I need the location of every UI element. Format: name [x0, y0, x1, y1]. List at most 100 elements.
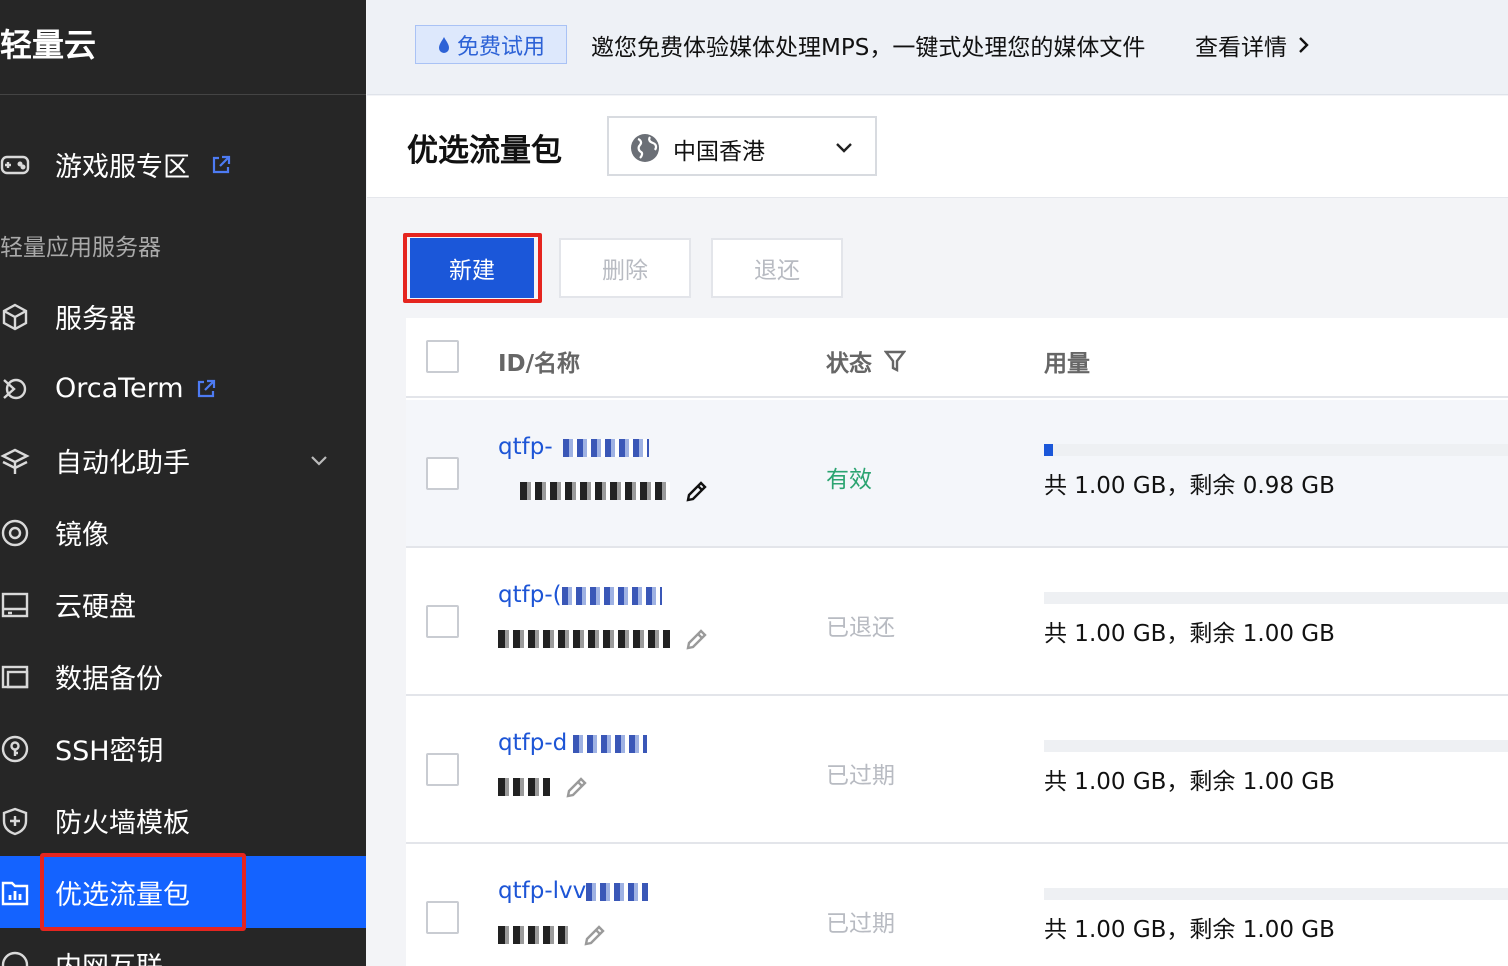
usage-text: 共 1.00 GB，剩余 1.00 GB	[1044, 621, 1335, 647]
sidebar-item-firewall[interactable]: 防火墙模板	[0, 784, 366, 856]
sidebar-item-ssh-key[interactable]: SSH密钥	[0, 712, 366, 784]
free-trial-label: 免费试用	[456, 34, 545, 60]
package-id-prefix: qtfp-d	[498, 730, 568, 756]
package-name	[498, 478, 710, 504]
usage-progress-bar	[1044, 444, 1508, 456]
sidebar-item-label: 数据备份	[55, 663, 163, 695]
return-button[interactable]: 退还	[711, 238, 843, 298]
package-id-link[interactable]: qtfp-	[498, 434, 649, 460]
sidebar-item-label: SSH密钥	[55, 735, 164, 767]
package-name	[498, 774, 590, 800]
package-id-link[interactable]: qtfp-(	[498, 582, 662, 608]
sidebar-item-backup[interactable]: 数据备份	[0, 640, 366, 712]
table-row: qtfp-( 已退还 共 1.00 GB，剩余 1.00 GB	[406, 548, 1508, 696]
row-checkbox[interactable]	[426, 605, 459, 638]
sidebar-item-cloud-disk[interactable]: 云硬盘	[0, 568, 366, 640]
highlight-box	[40, 853, 246, 931]
external-link-icon[interactable]	[210, 154, 232, 176]
view-details-link[interactable]: 查看详情	[1195, 28, 1311, 62]
sidebar-item-label: 镜像	[55, 519, 109, 551]
redacted-text	[561, 586, 662, 605]
usage-text: 共 1.00 GB，剩余 0.98 GB	[1044, 473, 1335, 499]
redacted-text	[573, 734, 648, 753]
page-header: 优选流量包 中国香港	[367, 96, 1508, 198]
package-id-link[interactable]: qtfp-lvv	[498, 878, 649, 904]
sidebar-item-label: OrcaTerm	[55, 372, 184, 404]
table-row: qtfp-lvv 已过期 共 1.00 GB，剩余 1.00 GB	[406, 844, 1508, 966]
external-link-icon[interactable]	[195, 378, 217, 400]
table-row: qtfp-d 已过期 共 1.00 GB，剩余 1.00 GB	[406, 696, 1508, 844]
sidebar-item-label: 游戏服专区	[55, 151, 190, 183]
redacted-text	[586, 882, 649, 901]
sidebar-item-server[interactable]: 服务器	[0, 280, 366, 352]
chevron-right-icon	[1299, 37, 1309, 53]
sidebar-item-label: 服务器	[55, 303, 136, 335]
automation-icon	[0, 446, 30, 476]
edit-icon[interactable]	[564, 774, 590, 800]
column-header-status: 状态	[826, 344, 906, 378]
usage-progress-bar	[1044, 888, 1508, 900]
traffic-package-icon	[0, 878, 30, 908]
usage-progress-fill	[1044, 444, 1054, 456]
redacted-text	[498, 926, 568, 944]
banner-message: 邀您免费体验媒体处理MPS，一键式处理您的媒体文件	[591, 35, 1146, 61]
traffic-package-table: ID/名称 状态 用量 qtfp- 有效 共 1.00 GB，剩余 0.98 G…	[406, 318, 1508, 966]
table-header: ID/名称 状态 用量	[406, 318, 1508, 398]
row-checkbox[interactable]	[426, 457, 459, 490]
package-id-prefix: qtfp-	[498, 434, 553, 460]
highlight-box	[403, 233, 542, 303]
sidebar-item-label: 防火墙模板	[55, 807, 190, 839]
region-value: 中国香港	[673, 139, 765, 165]
redacted-text	[498, 778, 550, 796]
status-header-label: 状态	[826, 351, 872, 377]
filter-icon[interactable]	[884, 349, 906, 373]
sidebar-item-automation[interactable]: 自动化助手	[0, 424, 366, 496]
view-details-label: 查看详情	[1195, 35, 1287, 61]
table-row: qtfp- 有效 共 1.00 GB，剩余 0.98 GB	[406, 400, 1508, 548]
edit-icon[interactable]	[684, 626, 710, 652]
sidebar-item-image[interactable]: 镜像	[0, 496, 366, 568]
redacted-text	[562, 438, 649, 457]
free-trial-tag[interactable]: 免费试用	[415, 25, 567, 64]
divider	[0, 94, 366, 95]
status-text: 已过期	[826, 911, 895, 937]
chevron-down-icon[interactable]	[307, 448, 331, 472]
row-checkbox[interactable]	[426, 753, 459, 786]
sidebar-item-label: 内网互联	[55, 945, 163, 966]
promo-banner: 免费试用 邀您免费体验媒体处理MPS，一键式处理您的媒体文件 查看详情	[367, 0, 1508, 95]
edit-icon[interactable]	[582, 922, 608, 948]
sidebar: 轻量云 游戏服专区 轻量应用服务器 服务器 OrcaTerm 自动化助手 镜像 …	[0, 0, 366, 966]
backup-icon	[0, 662, 30, 692]
status-text: 已过期	[826, 763, 895, 789]
shield-icon	[0, 806, 30, 836]
page-title: 优选流量包	[407, 133, 562, 169]
globe-icon	[631, 134, 659, 162]
sidebar-item-orcaterm[interactable]: OrcaTerm	[0, 352, 366, 424]
sidebar-item-intranet[interactable]: 内网互联	[0, 928, 366, 966]
redacted-text	[498, 630, 670, 648]
package-name	[498, 922, 608, 948]
terminal-icon	[0, 374, 30, 404]
usage-progress-bar	[1044, 592, 1508, 604]
sidebar-item-label: 云硬盘	[55, 591, 136, 623]
select-all-checkbox[interactable]	[426, 340, 459, 373]
chevron-down-icon	[836, 143, 852, 153]
row-checkbox[interactable]	[426, 901, 459, 934]
column-header-usage: 用量	[1044, 351, 1090, 377]
delete-button[interactable]: 删除	[559, 238, 691, 298]
region-select[interactable]: 中国香港	[607, 116, 877, 176]
sidebar-item-game-server[interactable]: 游戏服专区	[0, 128, 366, 200]
edit-icon[interactable]	[684, 478, 710, 504]
redacted-text	[520, 482, 670, 500]
package-name	[498, 626, 710, 652]
nav-group-title: 轻量应用服务器	[0, 235, 161, 261]
disk-icon	[0, 590, 30, 620]
network-icon	[0, 950, 30, 966]
usage-text: 共 1.00 GB，剩余 1.00 GB	[1044, 917, 1335, 943]
disc-icon	[0, 518, 30, 548]
package-id-prefix: qtfp-(	[498, 582, 562, 608]
gamepad-icon	[0, 150, 30, 180]
usage-text: 共 1.00 GB，剩余 1.00 GB	[1044, 769, 1335, 795]
drop-icon	[438, 36, 449, 53]
package-id-link[interactable]: qtfp-d	[498, 730, 648, 756]
